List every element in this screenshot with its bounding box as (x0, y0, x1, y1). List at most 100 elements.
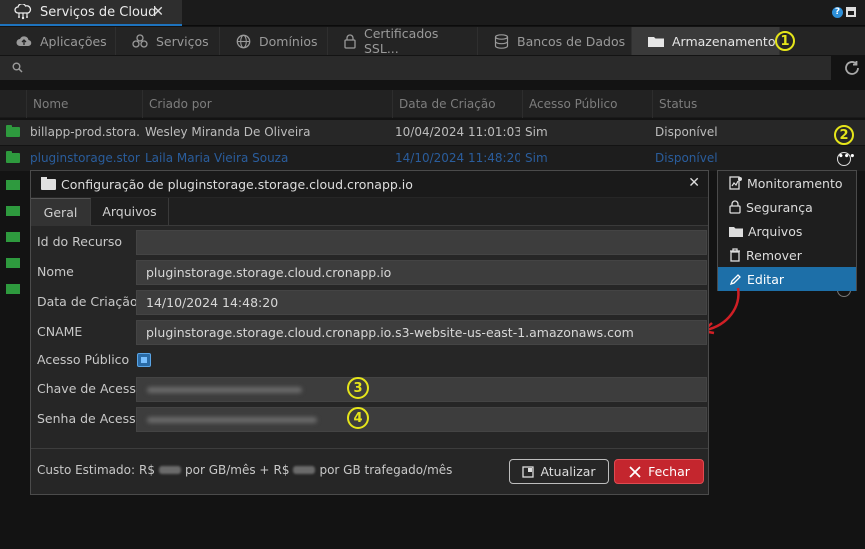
close-button[interactable]: Fechar (614, 459, 704, 484)
cost-currency: R$ (273, 463, 290, 477)
folder-icon (6, 125, 20, 137)
menu-item-label: Remover (746, 247, 802, 263)
cost-unit: por GB trafegado/mês (319, 463, 453, 477)
tab-label: Armazenamento (672, 33, 776, 49)
window-tab-title: Serviços de Cloud (40, 4, 157, 20)
cost-currency: R$ (139, 463, 155, 477)
resource-id-field[interactable] (136, 230, 707, 255)
row-actions-button[interactable]: ••• (837, 152, 855, 166)
refresh-icon[interactable] (844, 60, 861, 76)
update-button[interactable]: Atualizar (509, 459, 609, 484)
folder-icon (6, 258, 20, 268)
table-header: Nome Criado por Data de Criação Acesso P… (0, 90, 865, 118)
close-button-label: Fechar (648, 464, 690, 479)
estimated-cost: Custo Estimado: R$ por GB/mês + R$ por G… (37, 463, 452, 477)
cname-label: CNAME (37, 324, 83, 339)
column-header-data-criacao[interactable]: Data de Criação (392, 90, 522, 118)
window-tab[interactable]: Serviços de Cloud ✕ (0, 0, 182, 26)
menu-item-label: Editar (747, 271, 785, 287)
menu-item-seguranca[interactable]: Segurança (718, 195, 856, 219)
masked-value (147, 417, 317, 423)
tab-label: Certificados SSL... (364, 26, 439, 56)
menu-item-arquivos[interactable]: Arquivos (718, 219, 856, 243)
cost-unit: por GB/mês + (185, 463, 270, 477)
help-icon[interactable]: ? (832, 7, 843, 18)
dialog-close-icon[interactable]: ✕ (688, 175, 700, 191)
service-tabs: Aplicações Serviços Domínios Certificado… (0, 26, 865, 56)
window-tab-bar: Serviços de Cloud ✕ ? (0, 0, 865, 26)
cell-criado-por: Laila Maria Vieira Souza (145, 151, 289, 165)
database-icon (494, 33, 509, 49)
tab-certificados[interactable]: Certificados SSL... (328, 26, 478, 56)
tab-geral[interactable]: Geral (31, 198, 91, 226)
annotation-marker-1: 1 (775, 31, 795, 51)
close-tab-icon[interactable]: ✕ (152, 4, 164, 20)
storage-config-dialog: Configuração de pluginstorage.storage.cl… (30, 170, 709, 495)
cell-status: Disponível (655, 151, 718, 165)
masked-value (147, 387, 302, 393)
column-header-nome[interactable]: Nome (26, 90, 142, 118)
lock-icon (729, 200, 741, 214)
window-restore-icon[interactable] (846, 7, 856, 17)
divider (31, 448, 708, 449)
dialog-title: Configuração de pluginstorage.storage.cl… (61, 176, 413, 192)
folder-icon (6, 232, 20, 242)
menu-item-remover[interactable]: Remover (718, 243, 856, 267)
cost-prefix: Custo Estimado: (37, 463, 136, 477)
tab-bancos-de-dados[interactable]: Bancos de Dados (478, 27, 632, 55)
table-row-selected[interactable]: pluginstorage.stor... Laila Maria Vieira… (0, 146, 865, 171)
cell-data: 14/10/2024 11:48:20 (395, 151, 520, 165)
name-field[interactable]: pluginstorage.storage.cloud.cronapp.io (136, 260, 707, 285)
menu-item-monitoramento[interactable]: Monitoramento (718, 171, 856, 195)
secret-key-label: Senha de Acesso (37, 411, 144, 426)
search-input[interactable] (0, 56, 831, 80)
created-date-field[interactable]: 14/10/2024 14:48:20 (136, 290, 707, 315)
dialog-tabs: Geral Arquivos (31, 198, 708, 226)
search-icon (12, 62, 23, 73)
name-label: Nome (37, 264, 74, 279)
cell-data: 10/04/2024 11:01:03 (395, 125, 520, 139)
tab-label: Domínios (259, 33, 318, 49)
folder-icon (6, 151, 20, 163)
cell-acesso: Sim (525, 151, 548, 165)
globe-icon (236, 34, 251, 48)
cname-field[interactable]: pluginstorage.storage.cloud.cronapp.io.s… (136, 320, 707, 345)
secret-key-field[interactable] (136, 407, 707, 432)
cubes-icon (132, 34, 148, 48)
cell-status: Disponível (655, 125, 718, 139)
column-header-status[interactable]: Status (652, 90, 832, 118)
row-context-menu: Monitoramento Segurança Arquivos Remover… (717, 170, 857, 291)
annotation-marker-3: 3 (347, 377, 369, 399)
column-header-acesso-publico[interactable]: Acesso Público (522, 90, 652, 118)
lock-icon (344, 33, 356, 49)
close-icon (629, 465, 641, 478)
cell-nome: pluginstorage.stor... (30, 151, 140, 165)
column-header-criado-por[interactable]: Criado por (142, 90, 392, 118)
resource-id-label: Id do Recurso (37, 234, 123, 249)
access-key-label: Chave de Acesso (37, 381, 144, 396)
annotation-marker-2: 2 (834, 125, 854, 145)
cell-nome: billapp-prod.stora... (30, 125, 140, 139)
cell-criado-por: Wesley Miranda De Oliveira (145, 125, 311, 139)
folder-icon (648, 37, 664, 47)
table-row[interactable]: billapp-prod.stora... Wesley Miranda De … (0, 120, 865, 145)
folder-icon (41, 176, 56, 190)
tab-label: Serviços (156, 33, 209, 49)
cloud-services-icon (14, 4, 32, 20)
tab-aplicacoes[interactable]: Aplicações (0, 27, 116, 55)
access-key-field[interactable] (136, 377, 707, 402)
folder-icon (729, 226, 743, 237)
folder-icon (6, 180, 20, 190)
trash-icon (730, 248, 740, 262)
tab-servicos[interactable]: Serviços (116, 27, 220, 55)
dialog-title-bar: Configuração de pluginstorage.storage.cl… (31, 171, 708, 197)
tab-label: Aplicações (40, 33, 107, 49)
update-button-label: Atualizar (540, 464, 596, 479)
pencil-icon (729, 273, 741, 285)
public-access-checkbox[interactable] (137, 353, 151, 367)
tab-arquivos[interactable]: Arquivos (91, 198, 169, 226)
cloud-upload-icon (16, 36, 32, 47)
masked-price (159, 466, 181, 474)
tab-dominios[interactable]: Domínios (220, 27, 328, 55)
tab-armazenamento[interactable]: Armazenamento (632, 27, 780, 55)
